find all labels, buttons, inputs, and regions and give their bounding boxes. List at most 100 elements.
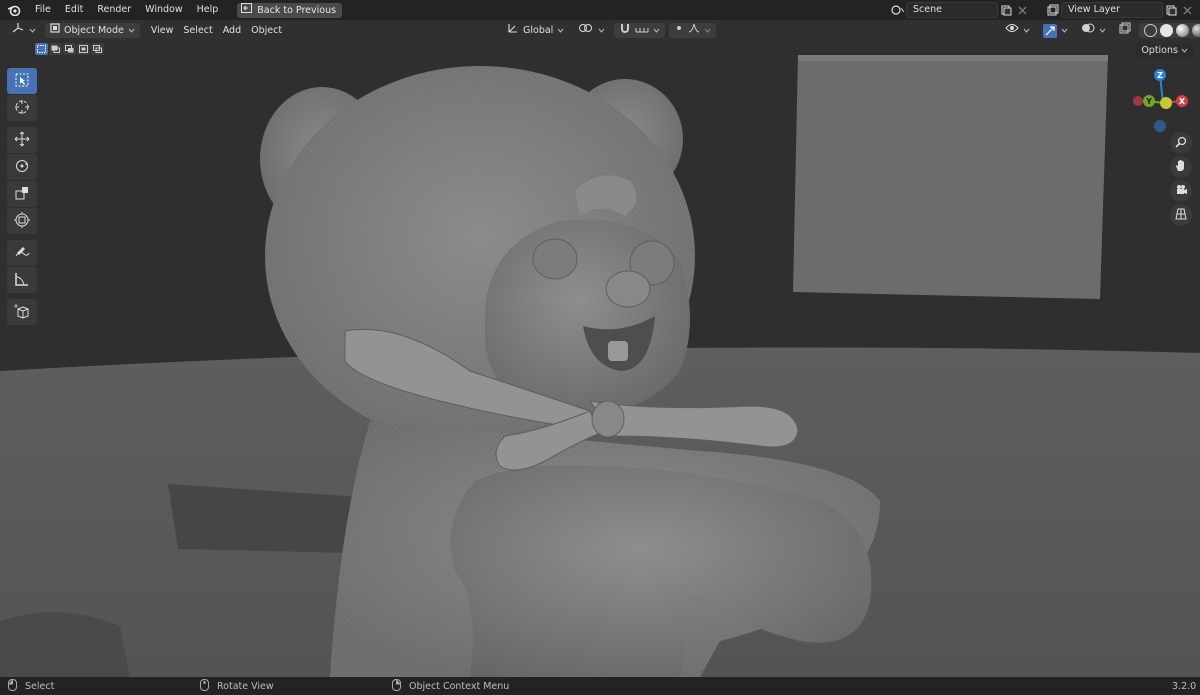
xray-icon (1119, 22, 1131, 39)
add-cube-icon (14, 303, 30, 322)
chevron-down-icon (128, 23, 135, 38)
measure-tool[interactable] (7, 267, 37, 293)
zoom-button[interactable] (1170, 132, 1192, 154)
selection-mode-group (35, 43, 104, 55)
new-view-layer-icon[interactable] (1163, 2, 1179, 18)
xray-toggle[interactable] (1114, 22, 1136, 39)
editor-type-button[interactable] (6, 23, 41, 38)
status-rotate: Rotate View (200, 677, 274, 695)
material-preview-icon[interactable] (1176, 24, 1189, 37)
hand-icon (1175, 159, 1187, 175)
object-mode-icon (50, 23, 60, 38)
gizmo-toggle[interactable] (1038, 23, 1073, 38)
select-intersect-icon[interactable] (91, 43, 104, 55)
menu-help[interactable]: Help (190, 0, 226, 20)
select-invert-icon[interactable] (77, 43, 90, 55)
navigation-gizmo[interactable]: Z Y X (1128, 68, 1198, 138)
object-mode-label: Object Mode (64, 25, 124, 36)
chevron-down-icon (704, 23, 711, 38)
back-to-previous-button[interactable]: Back to Previous (237, 2, 343, 18)
3d-cursor-icon (14, 99, 30, 118)
header-menu-object[interactable]: Object (246, 23, 287, 38)
select-new-icon[interactable] (35, 43, 48, 55)
proportional-icon (674, 23, 684, 38)
select-subtract-icon[interactable] (63, 43, 76, 55)
menu-window[interactable]: Window (138, 0, 189, 20)
add-cube-tool[interactable] (7, 299, 37, 325)
cursor-tool[interactable] (7, 95, 37, 121)
select-extend-icon[interactable] (49, 43, 62, 55)
chevron-down-icon (653, 23, 660, 38)
rendered-shading-icon[interactable] (1192, 24, 1200, 37)
transform-tools-group: Global (502, 22, 717, 39)
magnet-icon (619, 22, 631, 39)
scene-selector: Scene (890, 2, 1030, 18)
pan-button[interactable] (1170, 156, 1192, 178)
object-mode-dropdown[interactable]: Object Mode (45, 23, 140, 38)
axes-icon (11, 22, 25, 39)
rotate-tool[interactable] (7, 154, 37, 180)
cursor-arrow-icon (15, 73, 29, 90)
wireframe-shading-icon[interactable] (1144, 24, 1157, 37)
gizmo-center (1160, 97, 1172, 109)
pivot-icon (578, 22, 594, 39)
view-layer-icon[interactable] (1045, 2, 1061, 18)
camera-view-button[interactable] (1170, 180, 1192, 202)
menu-render[interactable]: Render (90, 0, 138, 20)
chevron-down-icon (1023, 23, 1030, 38)
pencil-icon (14, 244, 30, 263)
select-box-tool[interactable] (7, 68, 37, 94)
visibility-dropdown[interactable] (1000, 23, 1035, 38)
menu-edit[interactable]: Edit (58, 0, 90, 20)
gizmo-neg-x-axis (1133, 96, 1143, 106)
gizmo-neg-z-axis (1154, 120, 1166, 132)
scene-render (0, 41, 1200, 677)
tool-shelf (7, 68, 39, 326)
menu-file[interactable]: File (28, 0, 58, 20)
chevron-down-icon (29, 23, 36, 38)
gizmo-x-label: X (1179, 97, 1186, 106)
status-select-label: Select (25, 680, 55, 692)
mouse-right-icon (392, 678, 401, 694)
proportional-editing-toggle[interactable] (669, 23, 717, 38)
pivot-point-button[interactable] (573, 23, 610, 38)
scale-tool[interactable] (7, 181, 37, 207)
perspective-toggle-button[interactable] (1170, 204, 1192, 226)
back-icon (241, 2, 253, 18)
status-select: Select (8, 677, 54, 695)
scene-name-field[interactable]: Scene (906, 2, 998, 18)
header-menu-view[interactable]: View (146, 23, 179, 38)
options-label: Options (1141, 45, 1178, 56)
chevron-down-icon (1061, 23, 1068, 38)
falloff-curve-icon (688, 23, 700, 38)
eye-icon (1005, 23, 1019, 38)
orientation-icon (507, 22, 519, 39)
delete-scene-icon[interactable] (1014, 2, 1030, 18)
bow-knot (591, 400, 625, 438)
blender-logo-icon[interactable] (0, 4, 28, 16)
grid-icon (1175, 208, 1187, 223)
bear-tooth (608, 341, 628, 361)
mouse-left-icon (8, 678, 17, 694)
header-menu-add[interactable]: Add (218, 23, 246, 38)
chevron-down-icon (1099, 23, 1106, 38)
solid-shading-icon[interactable] (1160, 24, 1173, 37)
transform-tool[interactable] (7, 208, 37, 234)
overlays-toggle[interactable] (1076, 23, 1111, 38)
scene-icon[interactable] (890, 2, 906, 18)
overlays-icon (1081, 22, 1095, 39)
orientation-dropdown[interactable]: Global (502, 23, 569, 38)
annotate-tool[interactable] (7, 240, 37, 266)
header-menu-select[interactable]: Select (178, 23, 217, 38)
ruler-icon (14, 271, 30, 290)
3d-viewport[interactable]: Options Z Y X (0, 41, 1200, 677)
view-layer-field[interactable]: View Layer (1061, 2, 1163, 18)
snap-toggle[interactable] (614, 22, 666, 39)
move-tool[interactable] (7, 127, 37, 153)
options-button[interactable]: Options (1135, 44, 1194, 58)
status-rotate-label: Rotate View (217, 680, 274, 692)
camera-icon (1175, 184, 1188, 199)
delete-view-layer-icon[interactable] (1179, 2, 1195, 18)
new-scene-icon[interactable] (998, 2, 1014, 18)
orientation-label: Global (523, 25, 554, 36)
